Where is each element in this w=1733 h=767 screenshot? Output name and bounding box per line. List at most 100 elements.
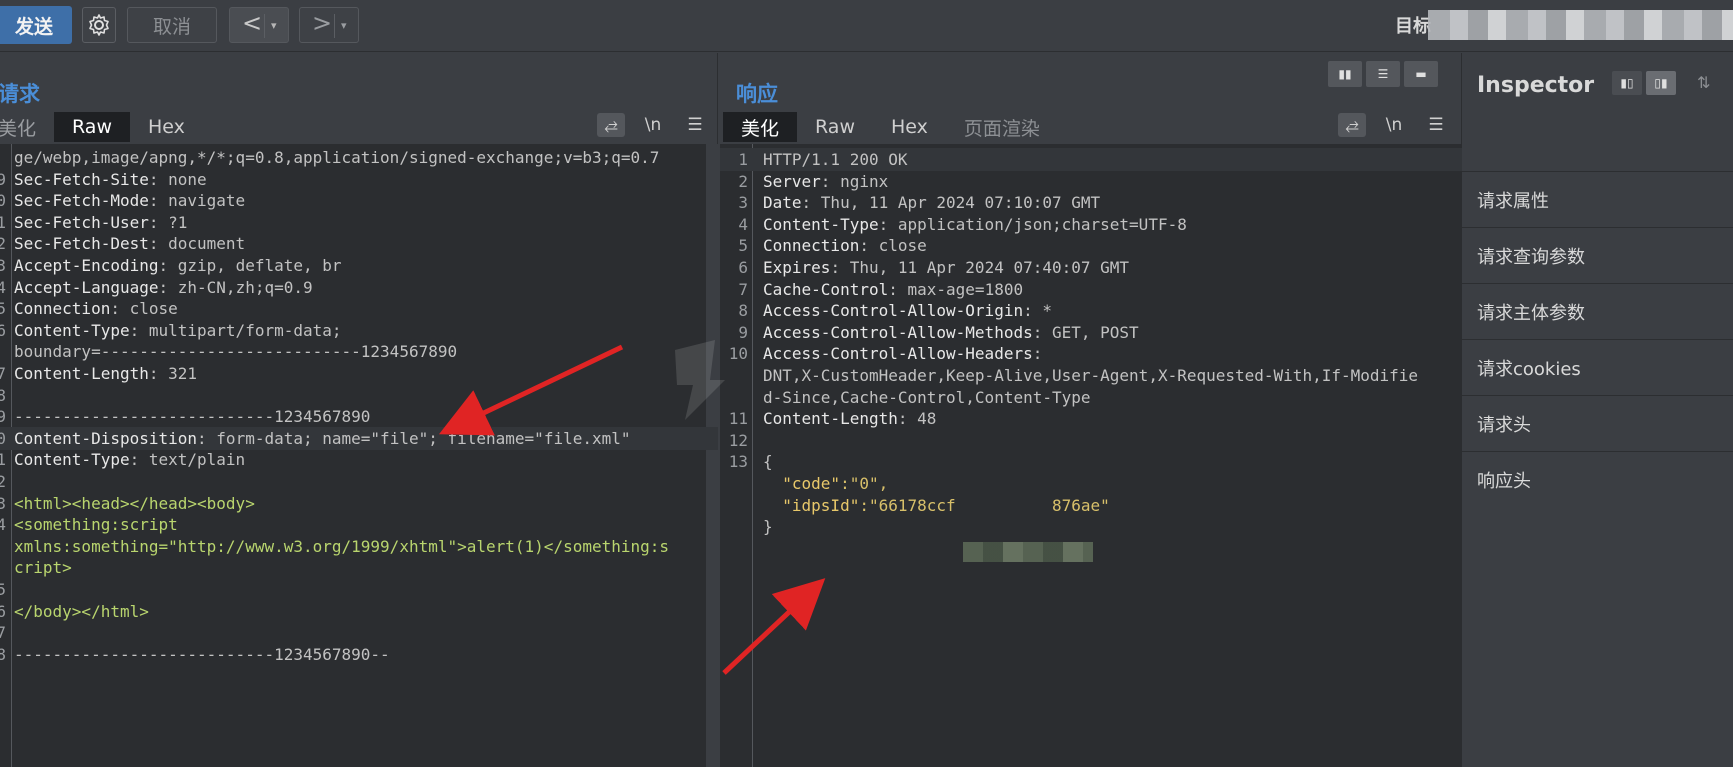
header-name: Accept-Language — [14, 277, 159, 297]
inspector-item[interactable]: 请求查询参数 — [1462, 227, 1733, 283]
code-line: cript> — [0, 556, 718, 579]
inspector-item[interactable]: 请求头 — [1462, 395, 1733, 451]
line-number: 7 — [0, 364, 6, 383]
settings-button[interactable] — [82, 7, 116, 43]
header-value: : application/json;charset=UTF-8 — [878, 214, 1187, 234]
tab-hex[interactable]: Hex — [873, 112, 946, 142]
inspector-right-layout-icon[interactable]: ▯▮ — [1646, 71, 1676, 95]
header-name: Expires — [763, 258, 831, 277]
code-line: 1 Sec-Fetch-User: ?1 — [0, 211, 718, 234]
header-value: : navigate — [148, 191, 246, 211]
header-value: boundary=---------------------------1234… — [14, 342, 458, 362]
show-newlines-toggle[interactable]: \n — [639, 113, 667, 137]
line-text: Content-Type: application/json;charset=U… — [763, 213, 1187, 236]
header-value: ---------------------------1234567890 — [14, 407, 371, 427]
line-text: Sec-Fetch-User: ?1 — [14, 211, 187, 234]
watermark-logo — [675, 340, 725, 420]
show-newlines-toggle[interactable]: \n — [1380, 113, 1408, 137]
line-text: Connection: close — [763, 234, 927, 257]
inspector-item[interactable]: 请求主体参数 — [1462, 283, 1733, 339]
header-name: Connection — [763, 236, 860, 256]
line-text: <html><head></head><body> — [14, 492, 255, 515]
menu-icon[interactable]: ☰ — [1422, 113, 1450, 137]
response-tabs: 美化 Raw Hex 页面渲染 — [723, 112, 1058, 142]
response-editor-tools: ⥄ \n ☰ — [1338, 113, 1450, 137]
line-text: Sec-Fetch-Dest: document — [14, 232, 245, 255]
line-number: 1 — [0, 212, 6, 232]
divider — [264, 14, 265, 38]
layout-toggle: ▮▮ ☰ ▬ — [1328, 61, 1438, 87]
tabbed-layout-icon[interactable]: ▬ — [1404, 61, 1438, 87]
line-text: </body></html> — [14, 600, 149, 623]
line-text: Content-Type: multipart/form-data; — [14, 319, 342, 342]
header-value: </body></html> — [14, 601, 149, 621]
menu-icon[interactable]: ☰ — [681, 113, 709, 137]
tab-hex[interactable]: Hex — [130, 112, 203, 142]
code-line: ge/webp,image/apng,*/*;q=0.8,application… — [0, 146, 718, 169]
inspector-left-layout-icon[interactable]: ▮▯ — [1612, 71, 1642, 95]
header-value: : zh-CN,zh;q=0.9 — [158, 277, 313, 297]
header-name: Server — [763, 171, 821, 191]
send-button[interactable]: 发送 — [0, 6, 72, 44]
line-text: } — [763, 515, 773, 538]
line-text: ---------------------------1234567890 — [14, 405, 370, 428]
line-number: 5 — [0, 580, 6, 599]
line-number: 4 — [738, 214, 748, 234]
line-number: 12 — [728, 430, 748, 450]
code-line: 6 Content-Type: multipart/form-data; — [0, 319, 718, 342]
line-number: 8 — [738, 301, 748, 321]
header-name: Content-Length — [14, 364, 149, 383]
line-text: Accept-Language: zh-CN,zh;q=0.9 — [14, 276, 313, 299]
line-number: 8 — [0, 385, 6, 405]
word-wrap-icon[interactable]: ⥄ — [597, 113, 625, 137]
header-value: : ?1 — [148, 212, 188, 232]
inspector-item[interactable]: 请求cookies — [1462, 339, 1733, 395]
line-number: 7 — [0, 623, 6, 643]
line-text: xmlns:something="http://www.w3.org/1999/… — [14, 535, 669, 558]
line-text: Cache-Control: max-age=1800 — [763, 278, 1023, 301]
side-by-side-layout-icon[interactable]: ▮▮ — [1328, 61, 1362, 87]
forward-button[interactable]: > ▾ — [299, 7, 359, 43]
inspector-item[interactable]: 响应头 — [1462, 451, 1733, 507]
line-number: 2 — [738, 171, 748, 191]
http-repeater-window: 发送 取消 < ▾ > ▾ 目标 请求 美化 Raw Hex ⥄ \n ☰ ge… — [0, 0, 1733, 767]
back-button[interactable]: < ▾ — [229, 7, 289, 43]
collapse-icon[interactable]: ⇅ — [1697, 73, 1710, 92]
header-name: Sec-Fetch-Dest — [14, 234, 149, 254]
tab-raw[interactable]: Raw — [797, 112, 873, 142]
request-editor[interactable]: ge/webp,image/apng,*/*;q=0.8,application… — [0, 144, 718, 767]
cancel-button[interactable]: 取消 — [127, 7, 217, 43]
response-editor[interactable]: 1 HTTP/1.1 200 OK 2 Server: nginx 3 Date: Thu… — [720, 144, 1462, 767]
line-number: 4 — [0, 277, 6, 297]
code-line: 9 ---------------------------1234567890 — [0, 405, 718, 428]
tab-raw[interactable]: Raw — [54, 112, 130, 142]
header-value: : * — [1023, 301, 1052, 321]
chevron-down-icon[interactable]: ▾ — [271, 19, 277, 32]
line-text: "idpsId":"66178ccf 876ae" — [763, 494, 1110, 517]
tab-render[interactable]: 页面渲染 — [946, 112, 1058, 142]
header-value: ge/webp,image/apng,*/*;q=0.8,application… — [14, 148, 660, 167]
stacked-layout-icon[interactable]: ☰ — [1366, 61, 1400, 87]
code-line: 2 Sec-Fetch-Dest: document — [0, 232, 718, 255]
line-text: ge/webp,image/apng,*/*;q=0.8,application… — [14, 146, 659, 169]
line-text: <something:script — [14, 513, 178, 536]
header-name: Content-Type — [14, 320, 130, 340]
line-number: 6 — [738, 258, 748, 277]
chevron-right-icon: > — [312, 9, 333, 37]
chevron-down-icon[interactable]: ▾ — [341, 19, 347, 32]
word-wrap-icon[interactable]: ⥄ — [1338, 113, 1366, 137]
tab-pretty[interactable]: 美化 — [723, 112, 798, 142]
header-value: : Thu, 11 Apr 2024 07:10:07 GMT — [801, 193, 1101, 213]
code-line: xmlns:something="http://www.w3.org/1999/… — [0, 535, 718, 558]
header-name: Accept-Encoding — [14, 256, 159, 275]
header-value: : close — [110, 299, 178, 319]
code-line: 0 Sec-Fetch-Mode: navigate — [0, 189, 718, 212]
inspector-item[interactable]: 请求属性 — [1462, 171, 1733, 227]
tab-pretty[interactable]: 美化 — [0, 112, 54, 142]
line-text: Content-Length: 321 — [14, 362, 197, 385]
header-name: Sec-Fetch-User — [14, 212, 149, 232]
line-text: Content-Disposition: form-data; name="fi… — [14, 427, 631, 450]
header-name: Sec-Fetch-Site — [14, 169, 149, 189]
line-text: Date: Thu, 11 Apr 2024 07:10:07 GMT — [763, 191, 1100, 214]
code-line: 8 ---------------------------1234567890-- — [0, 643, 718, 666]
